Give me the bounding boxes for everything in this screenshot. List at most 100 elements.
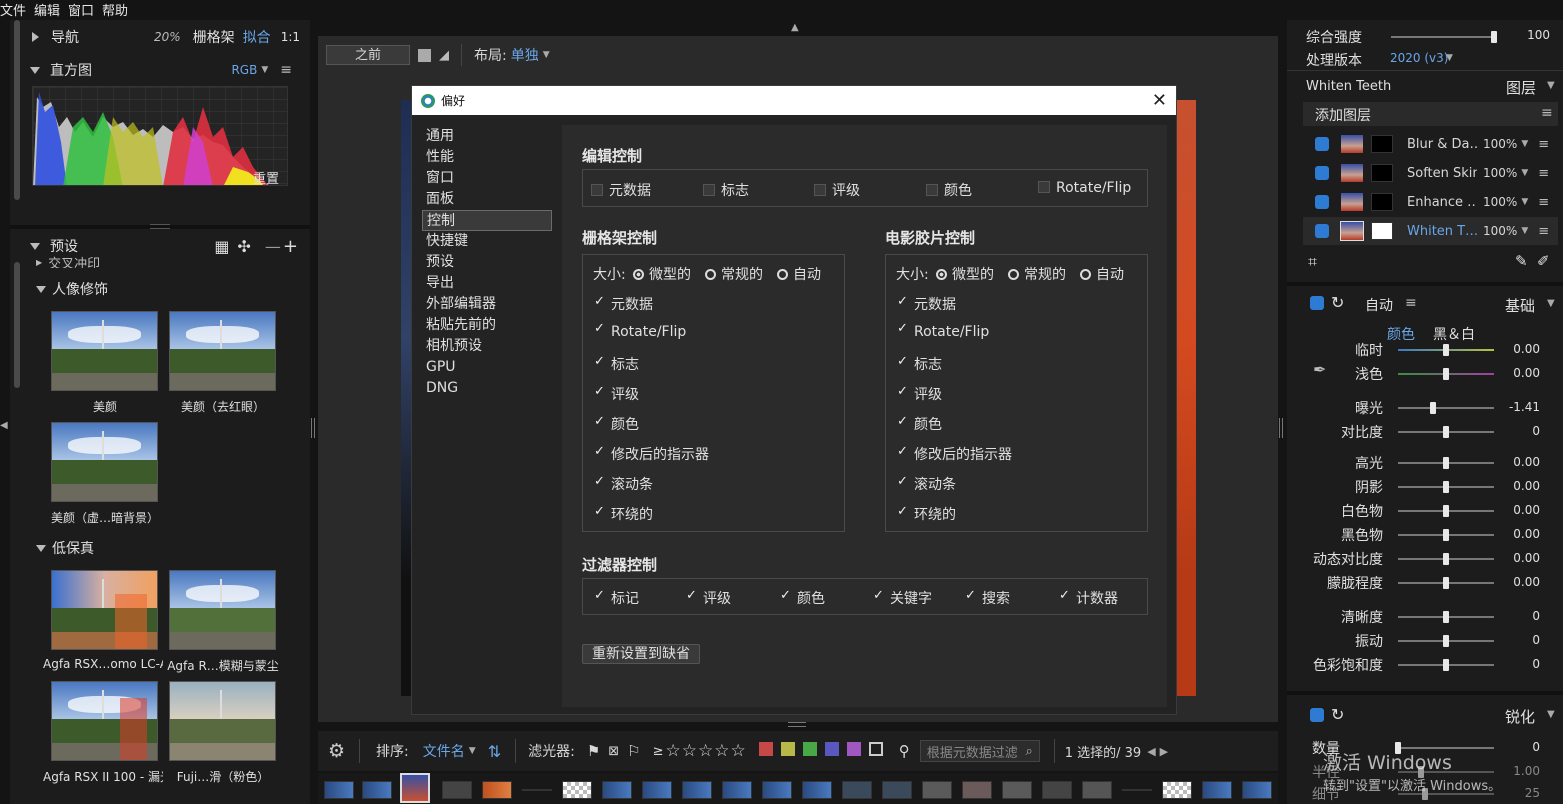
layer-opacity[interactable]: 100% (1483, 166, 1517, 180)
dynamic-contrast-value[interactable]: 0.00 (1490, 551, 1540, 565)
process-version-dropdown[interactable]: 2020 (v3) (1390, 51, 1448, 65)
layout-dropdown[interactable]: 单独 (511, 45, 539, 65)
color-filter-none[interactable] (868, 742, 883, 756)
film-thumbnail[interactable] (922, 781, 952, 799)
nav-shortcuts[interactable]: 快捷键 (422, 231, 552, 252)
brush-icon[interactable]: ✎ (1515, 252, 1528, 270)
film-modified-checkbox[interactable]: 修改后的指示器 (896, 444, 1012, 464)
film-thumbnail[interactable] (1122, 789, 1152, 791)
film-thumbnail[interactable] (362, 781, 392, 799)
grid-color-checkbox[interactable]: 颜色 (593, 414, 639, 434)
film-scrollbar-checkbox[interactable]: 滚动条 (896, 474, 956, 494)
filter-color-checkbox[interactable]: 颜色 (779, 588, 825, 608)
layer-name[interactable]: Whiten T… (1407, 224, 1477, 239)
film-flag-checkbox[interactable]: 标志 (896, 354, 942, 374)
saturation-slider[interactable] (1398, 659, 1494, 671)
slider-knob[interactable] (1443, 481, 1449, 493)
layer-row[interactable]: Enhance … 100% ▼ ≡ (1303, 188, 1558, 216)
preset-thumbnail[interactable] (51, 311, 158, 391)
temp-slider[interactable] (1398, 344, 1494, 356)
haze-value[interactable]: 0.00 (1490, 575, 1540, 589)
contrast-slider[interactable] (1398, 426, 1494, 438)
resize-handle[interactable] (311, 418, 315, 438)
basic-panel-toggle[interactable] (1310, 296, 1324, 310)
layer-name[interactable]: Soften Skin (1407, 166, 1477, 181)
left-panel-toggle-icon[interactable]: ◀ (0, 420, 8, 431)
filter-flag-checkbox[interactable]: 标记 (593, 588, 639, 608)
film-thumbnail[interactable] (1002, 781, 1032, 799)
edit-flag-checkbox[interactable]: 标志 (703, 180, 749, 200)
preset-thumbnail[interactable] (51, 681, 158, 761)
layer-visibility-toggle[interactable] (1315, 224, 1329, 238)
color-filter-green[interactable] (802, 742, 817, 756)
paint-icon[interactable]: ✐ (1537, 252, 1550, 270)
tab-color[interactable]: 颜色 (1387, 324, 1415, 344)
slider-knob[interactable] (1443, 635, 1449, 647)
film-thumbnail[interactable] (882, 781, 912, 799)
film-thumbnail[interactable] (522, 789, 552, 791)
edit-rotate-checkbox[interactable]: Rotate/Flip (1038, 180, 1131, 196)
blacks-slider[interactable] (1398, 529, 1494, 541)
nav-performance[interactable]: 性能 (422, 147, 552, 168)
nav-general[interactable]: 通用 (422, 126, 552, 147)
grid-size-tiny-radio[interactable]: 微型的 (633, 264, 691, 284)
top-panel-toggle-icon[interactable]: ▲ (791, 22, 799, 33)
slider-knob[interactable] (1429, 402, 1436, 414)
sharpen-panel-title[interactable]: 锐化 (1505, 706, 1535, 727)
grid-wrap-checkbox[interactable]: 环绕的 (593, 504, 653, 524)
rating-operator[interactable]: ≥ (653, 744, 664, 759)
film-size-normal-radio[interactable]: 常规的 (1008, 264, 1066, 284)
gear-icon[interactable]: ⚙ (328, 740, 345, 762)
menu-icon[interactable]: ≡ (280, 62, 292, 78)
film-thumbnail[interactable] (1202, 781, 1232, 799)
film-rotate-checkbox[interactable]: Rotate/Flip (896, 321, 989, 340)
layers-label[interactable]: 图层 (1506, 77, 1536, 98)
haze-slider[interactable] (1398, 577, 1494, 589)
star-rating-filter[interactable]: ☆☆☆☆☆ (666, 741, 747, 761)
shadows-slider[interactable] (1398, 481, 1494, 493)
close-icon[interactable]: ✕ (1152, 90, 1167, 111)
filter-keyword-checkbox[interactable]: 关键字 (872, 588, 932, 608)
left-scrollbar-top[interactable] (14, 20, 20, 200)
film-thumbnail[interactable] (1242, 781, 1272, 799)
saturation-value[interactable]: 0 (1490, 657, 1540, 671)
histogram-header[interactable]: 直方图 RGB ▼ ≡ (24, 57, 300, 83)
slider-knob[interactable] (1443, 529, 1449, 541)
film-thumbnail[interactable] (642, 781, 672, 799)
layer-visibility-toggle[interactable] (1315, 166, 1329, 180)
film-thumbnail[interactable] (1162, 781, 1192, 799)
menu-file[interactable]: 文件 (0, 0, 30, 19)
layer-visibility-toggle[interactable] (1315, 195, 1329, 209)
metadata-search-input[interactable]: 根据元数据过滤 ⌕ (919, 740, 1040, 762)
vibrance-slider[interactable] (1398, 635, 1494, 647)
preset-group-partial[interactable]: ▶ 交叉冲印 (36, 256, 100, 269)
film-thumbnail[interactable] (562, 781, 592, 799)
whites-slider[interactable] (1398, 505, 1494, 517)
whites-value[interactable]: 0.00 (1490, 503, 1540, 517)
add-layer-row[interactable]: 添加图层 ≡ (1303, 102, 1558, 126)
slider-knob[interactable] (1443, 659, 1449, 671)
preset-thumbnail[interactable] (169, 681, 276, 761)
filter-rating-checkbox[interactable]: 评级 (685, 588, 731, 608)
tint-value[interactable]: 0.00 (1490, 366, 1540, 380)
single-view-icon[interactable] (418, 48, 431, 62)
highlights-value[interactable]: 0.00 (1490, 455, 1540, 469)
remove-preset-icon[interactable]: — (265, 237, 281, 256)
film-thumbnail[interactable] (762, 781, 792, 799)
flag-pick-icon[interactable]: ⚑ (587, 742, 600, 760)
color-filter-blue[interactable] (824, 742, 839, 756)
temp-value[interactable]: 0.00 (1490, 342, 1540, 356)
sort-dropdown[interactable]: 文件名 (423, 741, 465, 761)
zoom-level[interactable]: 20% (154, 30, 181, 44)
filter-search-checkbox[interactable]: 搜索 (964, 588, 1010, 608)
ratio-button[interactable]: 1:1 (281, 30, 300, 44)
grid-rotate-checkbox[interactable]: Rotate/Flip (593, 321, 686, 340)
nav-camera-presets[interactable]: 相机预设 (422, 336, 552, 357)
color-filter-purple[interactable] (846, 742, 861, 756)
flag-reject-icon[interactable]: ⊠ (608, 744, 619, 759)
layer-name[interactable]: Enhance … (1407, 195, 1477, 210)
film-thumbnail[interactable] (722, 781, 752, 799)
tab-black-white[interactable]: 黑＆白 (1433, 324, 1475, 344)
split-view-icon[interactable]: ◢ (439, 48, 449, 63)
grid-scrollbar-checkbox[interactable]: 滚动条 (593, 474, 653, 494)
